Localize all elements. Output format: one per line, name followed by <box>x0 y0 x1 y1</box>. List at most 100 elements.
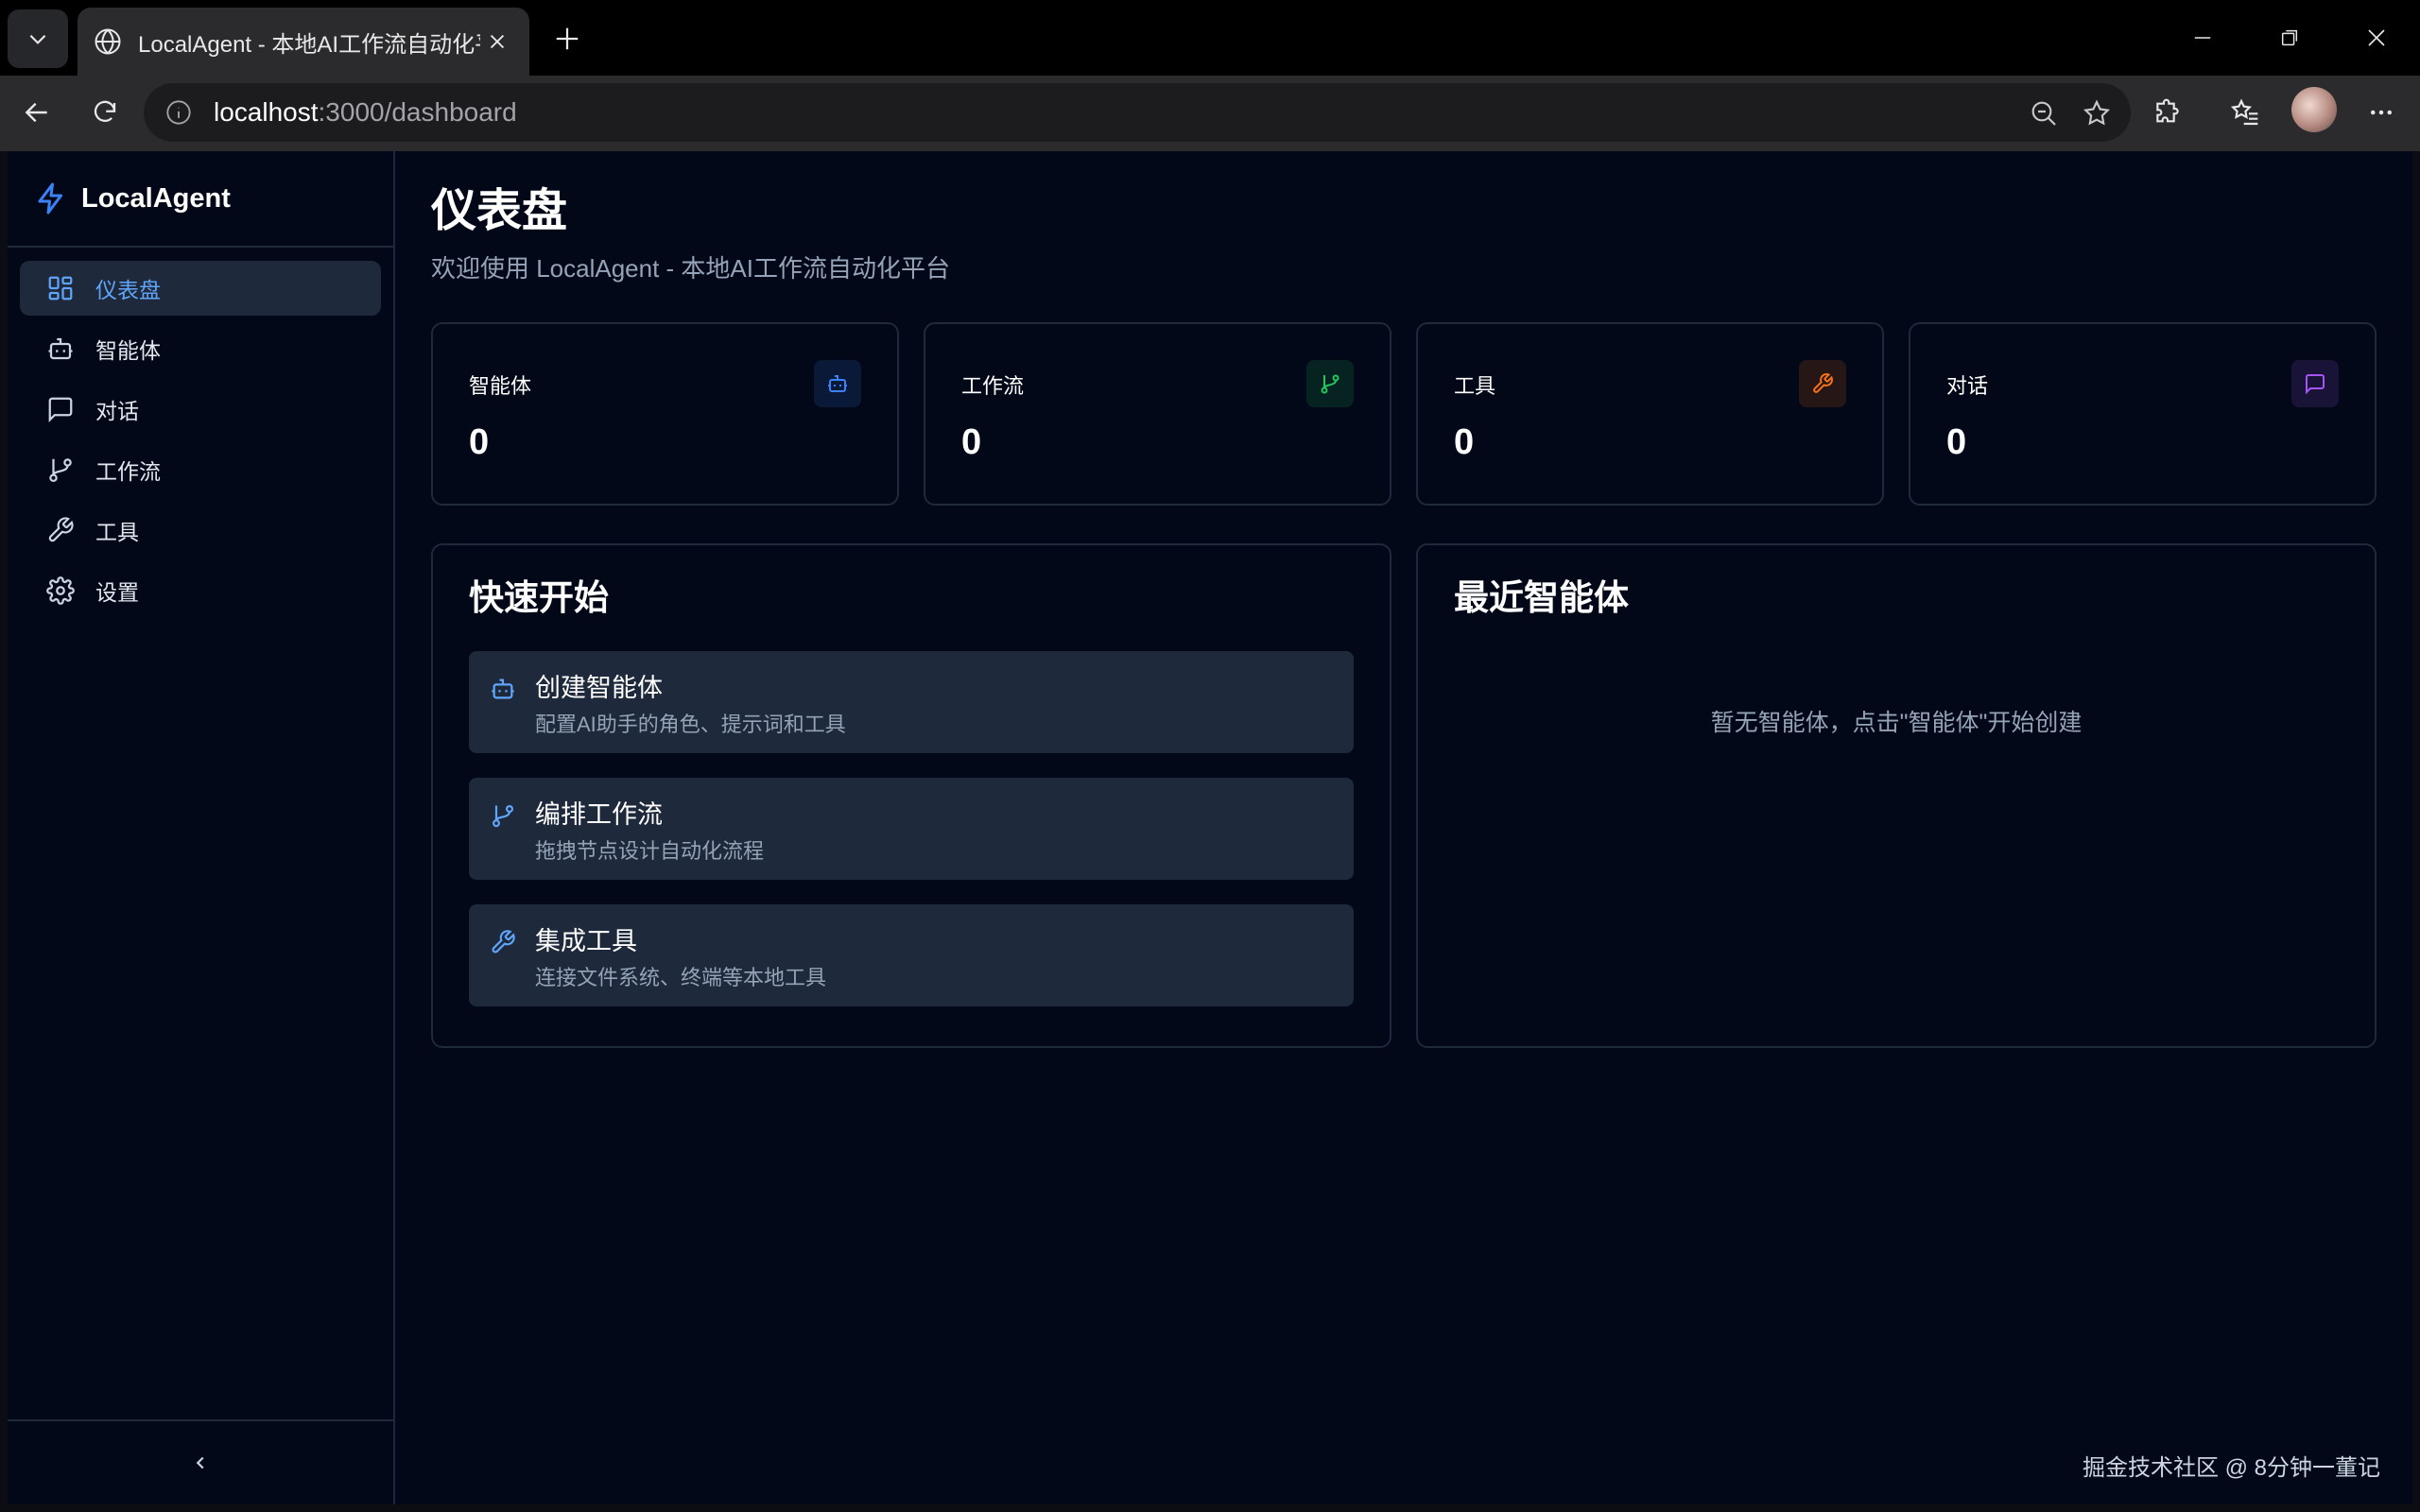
back-button[interactable] <box>9 85 64 140</box>
puzzle-icon <box>2156 98 2179 123</box>
close-window-button[interactable] <box>2342 11 2411 64</box>
bot-icon <box>44 333 77 365</box>
restore-icon <box>2281 29 2298 46</box>
extensions-button[interactable] <box>2140 85 2195 140</box>
sidebar-item-agents[interactable]: 智能体 <box>20 321 381 376</box>
arrow-left-icon <box>25 102 47 123</box>
favorite-star-icon[interactable] <box>2078 94 2116 132</box>
stat-value: 0 <box>961 422 982 462</box>
watermark: 掘金技术社区 @ 8分钟一董记 <box>2082 1455 2380 1481</box>
stat-card-tools: 工具 0 <box>1416 322 1884 506</box>
stat-label: 对话 <box>1946 374 1989 398</box>
minimize-icon <box>2194 37 2211 39</box>
workflow-icon <box>488 800 518 831</box>
plus-icon <box>556 27 579 50</box>
wrench-icon <box>488 927 518 957</box>
tab-title: LocalAgent - 本地AI工作流自动化平台 <box>138 31 480 58</box>
stat-card-workflows: 工作流 0 <box>924 322 1392 506</box>
quick-start-tools[interactable]: 集成工具 连接文件系统、终端等本地工具 <box>469 904 1354 1006</box>
stat-card-agents: 智能体 0 <box>431 322 899 506</box>
quick-start-workflow[interactable]: 编排工作流 拖拽节点设计自动化流程 <box>469 778 1354 880</box>
sidebar-item-label: 工作流 <box>95 459 161 484</box>
stat-label: 智能体 <box>469 374 532 398</box>
stat-label: 工具 <box>1454 374 1496 398</box>
globe-icon <box>91 25 125 59</box>
restore-button[interactable] <box>2256 11 2324 64</box>
reload-button[interactable] <box>78 85 132 140</box>
main-content: 仪表盘 欢迎使用 LocalAgent - 本地AI工作流自动化平台 智能体 0… <box>395 151 2412 1504</box>
bot-icon <box>488 674 518 704</box>
chat-icon <box>2291 360 2339 407</box>
site-info-icon[interactable] <box>163 96 195 129</box>
chevron-down-icon <box>29 34 46 44</box>
stat-value: 0 <box>1946 422 1967 462</box>
sidebar-item-label: 仪表盘 <box>95 278 161 302</box>
stat-value: 0 <box>1454 422 1475 462</box>
close-tab-icon[interactable] <box>480 25 514 59</box>
recent-agents-title: 最近智能体 <box>1454 578 1629 617</box>
sidebar-item-chat[interactable]: 对话 <box>20 382 381 437</box>
sidebar-nav: 仪表盘 智能体 对话 工作流 工具 设置 <box>8 248 393 637</box>
quick-start-item-desc: 配置AI助手的角色、提示词和工具 <box>535 713 846 736</box>
quick-start-list: 创建智能体 配置AI助手的角色、提示词和工具 编排工作流 拖拽节点设计自动化流程 <box>469 651 1354 1006</box>
stat-value: 0 <box>469 422 490 462</box>
stat-card-chats: 对话 0 <box>1909 322 2377 506</box>
sidebar-item-label: 设置 <box>95 580 139 605</box>
sidebar-item-label: 工具 <box>95 520 139 544</box>
close-icon <box>2368 29 2385 46</box>
wrench-icon <box>1799 360 1846 407</box>
sidebar-item-dashboard[interactable]: 仪表盘 <box>20 261 381 316</box>
browser-tab[interactable]: LocalAgent - 本地AI工作流自动化平台 <box>78 8 529 76</box>
quick-start-title: 快速开始 <box>469 578 609 617</box>
quick-start-create-agent[interactable]: 创建智能体 配置AI助手的角色、提示词和工具 <box>469 651 1354 753</box>
sidebar: LocalAgent 仪表盘 智能体 对话 工作流 工具 设置 <box>8 151 395 1504</box>
brand: LocalAgent <box>8 151 393 248</box>
workflow-icon <box>44 454 77 486</box>
collapse-sidebar-button[interactable] <box>8 1419 393 1504</box>
sidebar-item-tools[interactable]: 工具 <box>20 503 381 558</box>
sidebar-item-settings[interactable]: 设置 <box>20 563 381 618</box>
stat-label: 工作流 <box>961 374 1025 398</box>
minimize-button[interactable] <box>2169 11 2237 64</box>
new-tab-button[interactable] <box>543 17 592 60</box>
recent-agents-panel: 最近智能体 暂无智能体，点击"智能体"开始创建 <box>1416 543 2377 1048</box>
gear-icon <box>44 575 77 607</box>
sidebar-item-label: 对话 <box>95 399 139 423</box>
quick-start-item-title: 集成工具 <box>535 927 637 955</box>
dashboard-icon <box>44 272 77 304</box>
sidebar-item-workflow[interactable]: 工作流 <box>20 442 381 497</box>
workflow-icon <box>1306 360 1354 407</box>
url-host: localhost <box>214 97 319 127</box>
lightning-icon <box>32 180 70 217</box>
favorites-button[interactable] <box>2218 85 2273 140</box>
address-bar[interactable]: localhost:3000/dashboard <box>144 83 2131 142</box>
chevron-left-icon <box>196 1456 204 1469</box>
more-menu-button[interactable] <box>2354 85 2409 140</box>
quick-start-text: 编排工作流 拖拽节点设计自动化流程 <box>535 799 764 865</box>
app-window: LocalAgent 仪表盘 智能体 对话 工作流 工具 设置 仪表盘 欢迎使用… <box>8 151 2412 1504</box>
quick-start-panel: 快速开始 创建智能体 配置AI助手的角色、提示词和工具 编排工作流 拖拽节点设计… <box>431 543 1392 1048</box>
url-path: :3000/dashboard <box>318 97 517 127</box>
sidebar-item-label: 智能体 <box>95 338 161 363</box>
chat-icon <box>44 393 77 425</box>
quick-start-text: 创建智能体 配置AI助手的角色、提示词和工具 <box>535 672 846 738</box>
quick-start-item-title: 编排工作流 <box>535 800 663 829</box>
reload-icon <box>94 100 116 122</box>
stats-row: 智能体 0 工作流 0 工具 0 对话 0 <box>431 322 2377 506</box>
tab-list-button[interactable] <box>8 9 68 68</box>
quick-start-item-desc: 拖拽节点设计自动化流程 <box>535 839 765 863</box>
quick-start-item-title: 创建智能体 <box>535 674 663 702</box>
more-horizontal-icon <box>2371 110 2392 115</box>
browser-toolbar: localhost:3000/dashboard <box>0 76 2420 151</box>
page-subtitle: 欢迎使用 LocalAgent - 本地AI工作流自动化平台 <box>431 254 950 283</box>
panels-row: 快速开始 创建智能体 配置AI助手的角色、提示词和工具 编排工作流 拖拽节点设计… <box>431 543 2377 1048</box>
brand-name: LocalAgent <box>81 182 231 214</box>
page-title: 仪表盘 <box>431 186 568 236</box>
profile-avatar[interactable] <box>2291 87 2337 132</box>
url-text: localhost:3000/dashboard <box>214 97 517 128</box>
favorites-list-icon <box>2230 98 2258 126</box>
quick-start-text: 集成工具 连接文件系统、终端等本地工具 <box>535 925 826 991</box>
bot-icon <box>814 360 861 407</box>
quick-start-item-desc: 连接文件系统、终端等本地工具 <box>535 966 827 989</box>
zoom-out-icon[interactable] <box>2025 94 2063 132</box>
